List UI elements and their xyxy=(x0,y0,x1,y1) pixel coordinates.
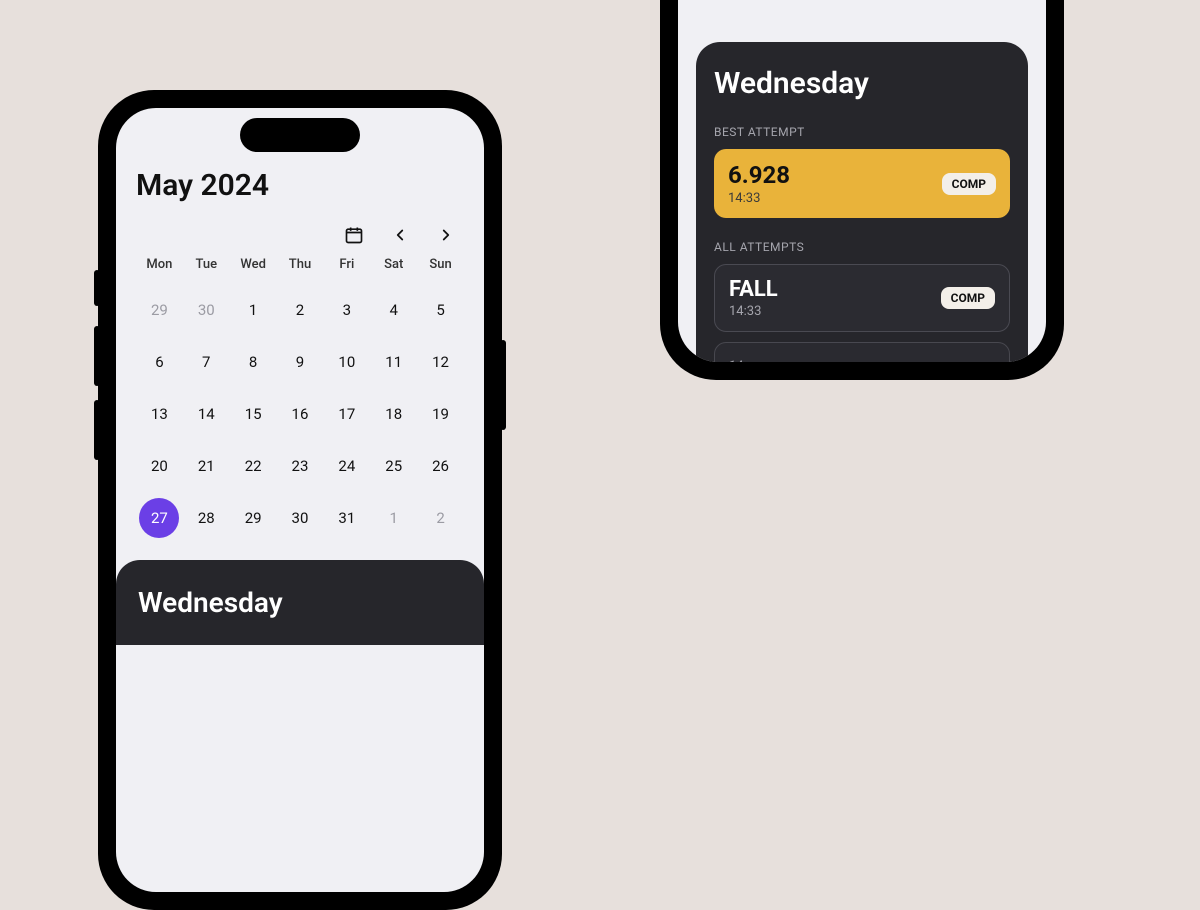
calendar-day[interactable]: 17 xyxy=(323,400,370,428)
calendar-day[interactable]: 8 xyxy=(230,348,277,376)
phone-frame-summary: Wednesday BEST ATTEMPT 6.928 14:33 COMP … xyxy=(660,0,1064,380)
calendar-day[interactable]: 16 xyxy=(277,400,324,428)
calendar-day[interactable]: 23 xyxy=(277,452,324,480)
calendar-dow: Thu xyxy=(277,257,324,272)
calendar-dow: Tue xyxy=(183,257,230,272)
calendar-day[interactable]: 6 xyxy=(136,348,183,376)
calendar-day[interactable]: 18 xyxy=(370,400,417,428)
calendar-next-icon[interactable] xyxy=(436,225,456,245)
selected-day-panel: Wednesday xyxy=(116,560,484,645)
summary-day-name: Wednesday xyxy=(714,66,1010,101)
all-attempts-heading: ALL ATTEMPTS xyxy=(714,240,1010,254)
calendar-day[interactable]: 22 xyxy=(230,452,277,480)
calendar-day[interactable]: 12 xyxy=(417,348,464,376)
calendar-day[interactable]: 19 xyxy=(417,400,464,428)
calendar-day[interactable]: 3 xyxy=(323,296,370,324)
calendar-grid: MonTueWedThuFriSatSun2930123456789101112… xyxy=(136,257,464,532)
calendar-day[interactable]: 4 xyxy=(370,296,417,324)
calendar-day[interactable]: 31 xyxy=(323,504,370,532)
attempt-badge: COMP xyxy=(941,287,995,309)
calendar-day[interactable]: 29 xyxy=(136,296,183,324)
calendar-today-icon[interactable] xyxy=(344,225,364,245)
calendar-day[interactable]: 11 xyxy=(370,348,417,376)
calendar-day[interactable]: 30 xyxy=(277,504,324,532)
attempt-label: FALL xyxy=(729,277,778,302)
calendar-dow: Fri xyxy=(323,257,370,272)
calendar-day[interactable]: 21 xyxy=(183,452,230,480)
phone-frame-calendar: May 2024 MonTueWedThuFriSatSun2930123456… xyxy=(98,90,502,910)
calendar-dow: Sun xyxy=(417,257,464,272)
calendar-day[interactable]: 26 xyxy=(417,452,464,480)
calendar-day[interactable]: 24 xyxy=(323,452,370,480)
calendar-day[interactable]: 14 xyxy=(183,400,230,428)
best-time: 14:33 xyxy=(728,191,790,206)
calendar-day[interactable]: 25 xyxy=(370,452,417,480)
summary-card: Wednesday BEST ATTEMPT 6.928 14:33 COMP … xyxy=(696,42,1028,362)
calendar-dow: Mon xyxy=(136,257,183,272)
calendar-day[interactable]: 29 xyxy=(230,504,277,532)
calendar-title: May 2024 xyxy=(136,168,464,203)
attempt-card[interactable]: FALL 14:33 COMP xyxy=(714,264,1010,332)
calendar-day[interactable]: 10 xyxy=(323,348,370,376)
calendar-dow: Wed xyxy=(230,257,277,272)
calendar-day[interactable]: 9 xyxy=(277,348,324,376)
calendar-day[interactable]: 28 xyxy=(183,504,230,532)
notch xyxy=(240,118,360,152)
calendar-day[interactable]: 20 xyxy=(136,452,183,480)
calendar-day[interactable]: 1 xyxy=(370,504,417,532)
calendar-day-selected[interactable]: 27 xyxy=(139,498,179,538)
attempt-time: 14: xyxy=(729,359,747,363)
best-score: 6.928 xyxy=(728,161,790,189)
selected-day-name: Wednesday xyxy=(138,586,462,619)
calendar-dow: Sat xyxy=(370,257,417,272)
calendar-day[interactable]: 15 xyxy=(230,400,277,428)
calendar-day[interactable]: 30 xyxy=(183,296,230,324)
attempt-time: 14:33 xyxy=(729,304,778,319)
calendar-prev-icon[interactable] xyxy=(390,225,410,245)
best-attempt-card[interactable]: 6.928 14:33 COMP xyxy=(714,149,1010,218)
best-attempt-heading: BEST ATTEMPT xyxy=(714,125,1010,139)
attempt-card[interactable]: 14: xyxy=(714,342,1010,362)
best-badge: COMP xyxy=(942,173,996,195)
calendar-day[interactable]: 1 xyxy=(230,296,277,324)
calendar-day[interactable]: 13 xyxy=(136,400,183,428)
calendar-day[interactable]: 5 xyxy=(417,296,464,324)
calendar-day[interactable]: 2 xyxy=(277,296,324,324)
calendar-day[interactable]: 7 xyxy=(183,348,230,376)
calendar-day[interactable]: 2 xyxy=(417,504,464,532)
